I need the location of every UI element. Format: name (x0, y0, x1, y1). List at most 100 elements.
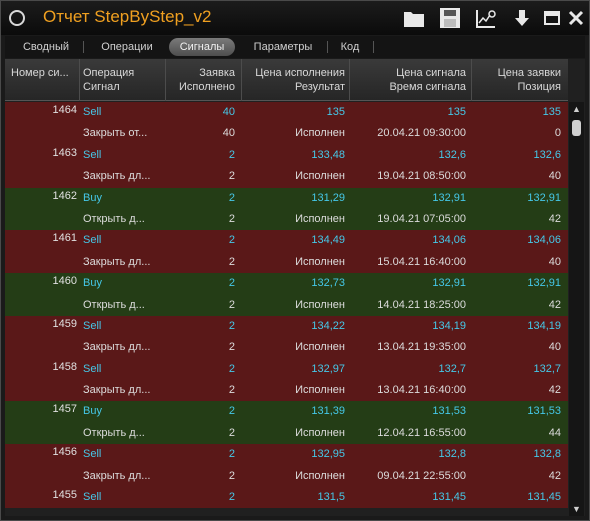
table-row[interactable]: 1460 Buy 2 132,73 132,91 132,91 (5, 273, 568, 295)
column-header-operation[interactable]: Операция Сигнал (83, 59, 165, 101)
exec-price-cell: Исполнен (295, 426, 345, 439)
folder-icon[interactable] (403, 7, 425, 29)
table-row[interactable]: 1459 Sell 2 134,22 134,19 134,19 (5, 315, 568, 338)
table-row[interactable]: Открыть д... 2 Исполнен 12.04.21 16:55:00 44 (5, 422, 568, 445)
quantity-cell: 2 (228, 362, 235, 375)
column-header-label: Цена исполнения (255, 67, 345, 79)
column-header-signal-number[interactable]: Номер си... (11, 59, 79, 101)
table-row[interactable]: Закрыть дл... 2 Исполнен 15.04.21 16:40:00 4… (5, 251, 568, 274)
tab-summary[interactable]: Сводный (15, 38, 77, 56)
exec-price-cell: Исполнен (295, 212, 345, 225)
signal-number-cell (5, 380, 77, 401)
quantity-cell: 2 (228, 234, 235, 247)
exec-price-cell: Исполнен (295, 127, 345, 140)
quantity-cell: 2 (228, 170, 235, 183)
table-row[interactable]: 1455 Sell 2 131,5 131,45 131,45 (5, 487, 568, 509)
signal-number-cell (5, 252, 77, 273)
scrollbar-thumb[interactable] (572, 120, 581, 136)
exec-price-cell: 133,48 (311, 148, 345, 161)
column-header-sublabel: Результат (294, 81, 345, 93)
table-row[interactable]: 1461 Sell 2 134,49 134,06 134,06 (5, 230, 568, 252)
table-row[interactable]: Закрыть дл... 2 Исполнен 09.04.21 22:55:00 4… (5, 465, 568, 488)
scroll-up-arrow-icon[interactable]: ▲ (569, 102, 584, 116)
exec-price-cell: 134,49 (311, 234, 345, 247)
quantity-cell: 2 (228, 491, 235, 504)
table-row[interactable]: 1463 Sell 2 133,48 132,6 132,6 (5, 144, 568, 167)
chart-settings-icon[interactable] (475, 7, 497, 29)
operation-cell: Buy (83, 191, 102, 204)
table-body: 1464 Sell 40 135 135 135 Закрыть от... 40 Исполн… (5, 102, 568, 516)
order-price-cell: 132,7 (533, 362, 561, 375)
tab-parameters[interactable]: Параметры (243, 38, 323, 56)
exec-price-cell: Исполнен (295, 298, 345, 311)
scroll-down-arrow-icon[interactable]: ▼ (569, 502, 584, 516)
column-divider[interactable] (165, 59, 166, 101)
column-divider[interactable] (471, 59, 472, 101)
column-header-sublabel: Позиция (517, 81, 562, 93)
download-icon[interactable] (511, 7, 533, 29)
table-row[interactable]: Закрыть дл... 2 Исполнен 13.04.21 16:40:00 4… (5, 380, 568, 402)
window-title: Отчет StepByStep_v2 (43, 7, 212, 26)
order-price-cell: 42 (548, 384, 561, 397)
signal-number-cell: 1457 (52, 403, 77, 416)
tab-signals[interactable]: Сигналы (169, 38, 235, 56)
column-divider[interactable] (241, 59, 242, 101)
signal-number-cell: 1458 (52, 360, 77, 373)
save-icon[interactable] (439, 7, 461, 29)
order-price-cell: 42 (548, 298, 561, 311)
tab-separator (327, 41, 328, 53)
exec-price-cell: 131,39 (311, 405, 345, 418)
signal-price-cell: 131,53 (432, 405, 466, 418)
table-row[interactable]: 1464 Sell 40 135 135 135 (5, 102, 568, 124)
table-row[interactable]: 1457 Buy 2 131,39 131,53 131,53 (5, 401, 568, 423)
operation-cell: Закрыть дл... (83, 341, 151, 354)
signal-price-cell: 19.04.21 07:05:00 (377, 212, 466, 225)
close-icon[interactable] (565, 7, 587, 29)
table-row[interactable]: Закрыть дл... 2 Исполнен 13.04.21 19:35:00 4… (5, 337, 568, 359)
maximize-icon[interactable] (541, 7, 563, 29)
signal-price-cell: 132,6 (438, 148, 466, 161)
tab-bar: Сводный Операции Сигналы Параметры Код (5, 36, 585, 58)
exec-price-cell: 131,5 (317, 491, 345, 504)
column-header-order-price[interactable]: Цена заявки Позиция (473, 59, 561, 101)
tab-code[interactable]: Код (333, 38, 367, 56)
exec-price-cell: Исполнен (295, 170, 345, 183)
operation-cell: Закрыть дл... (83, 469, 151, 482)
signal-number-cell: 1459 (52, 317, 77, 330)
signal-price-cell: 132,8 (438, 448, 466, 461)
order-price-cell: 132,8 (533, 448, 561, 461)
table-header: Номер си... Операция Сигнал Заявка Испол… (5, 59, 568, 101)
table-row[interactable]: 1458 Sell 2 132,97 132,7 132,7 (5, 358, 568, 381)
column-header-order[interactable]: Заявка Исполнено (167, 59, 235, 101)
signal-number-cell (5, 123, 77, 144)
table-row[interactable]: 1462 Buy 2 131,29 132,91 132,91 (5, 187, 568, 209)
exec-price-cell: 132,73 (311, 277, 345, 290)
vertical-scrollbar[interactable]: ▲ ▼ (569, 102, 584, 516)
quantity-cell: 2 (228, 255, 235, 268)
column-divider[interactable] (79, 59, 80, 101)
exec-price-cell: 131,29 (311, 191, 345, 204)
table-row[interactable]: 1456 Sell 2 132,95 132,8 132,8 (5, 444, 568, 466)
order-price-cell: 0 (554, 127, 561, 140)
signal-price-cell: 15.04.21 16:40:00 (377, 255, 466, 268)
quantity-cell: 2 (228, 298, 235, 311)
signal-number-cell: 1462 (52, 189, 77, 202)
order-price-cell: 40 (548, 170, 561, 183)
table-row[interactable]: Открыть д... 2 Исполнен 19.04.21 07:05:00 42 (5, 208, 568, 231)
table-row[interactable]: Открыть д... 2 Исполнен 14.04.21 18:25:00 42 (5, 294, 568, 316)
column-header-signal-price[interactable]: Цена сигнала Время сигнала (351, 59, 466, 101)
operation-cell: Открыть д... (83, 426, 145, 439)
signal-number-cell: 1464 (52, 104, 77, 116)
operation-cell: Закрыть от... (83, 127, 148, 140)
column-header-exec-price[interactable]: Цена исполнения Результат (243, 59, 345, 101)
table-row[interactable]: Закрыть от... 40 Исполнен 20.04.21 09:30:00… (5, 123, 568, 145)
order-price-cell: 131,53 (527, 405, 561, 418)
app-circle-icon (9, 10, 25, 26)
tab-operations[interactable]: Операции (89, 38, 165, 56)
signal-price-cell: 09.04.21 22:55:00 (377, 469, 466, 482)
signal-price-cell: 13.04.21 16:40:00 (377, 384, 466, 397)
order-price-cell: 44 (548, 426, 561, 439)
column-header-label: Заявка (199, 67, 235, 79)
column-divider[interactable] (349, 59, 350, 101)
table-row[interactable]: Закрыть дл... 2 Исполнен 19.04.21 08:50:00 4… (5, 166, 568, 188)
